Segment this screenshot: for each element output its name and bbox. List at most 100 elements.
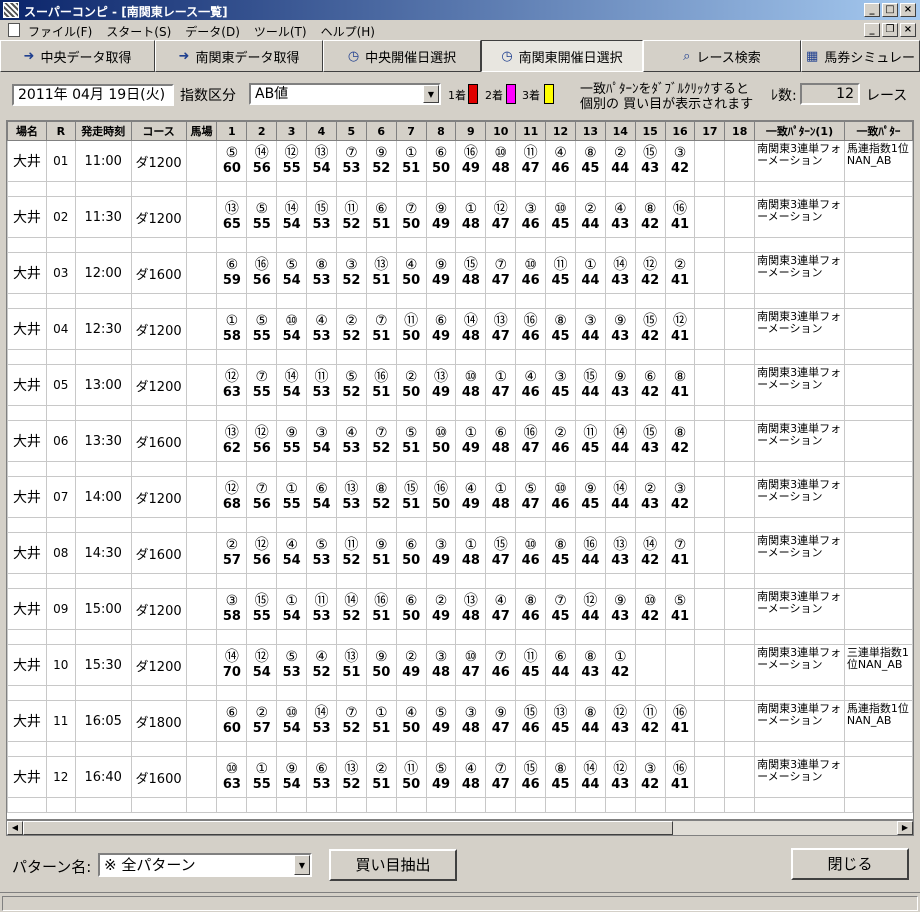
column-header[interactable]: 4 — [306, 121, 337, 141]
pattern1-cell[interactable]: 南関東3連単フォーメーション — [754, 588, 845, 630]
toolbar-button-0[interactable]: ➜ 中央データ取得 — [0, 40, 155, 72]
column-header[interactable]: 8 — [425, 121, 457, 141]
column-header[interactable]: 一致ﾊﾟﾀｰ — [843, 121, 913, 141]
scroll-left-icon[interactable]: ◀ — [7, 821, 23, 835]
pattern2-cell[interactable] — [843, 588, 913, 630]
column-header[interactable]: 5 — [335, 121, 367, 141]
pattern2-cell[interactable]: 馬連指数1位NAN_AB — [843, 140, 913, 182]
menu-item-1[interactable]: スタート(S) — [106, 23, 171, 40]
maximize-button[interactable]: □ — [882, 3, 898, 17]
table-row[interactable]: 大井 07 14:00 ダ1200 ⑫ 68 ⑦ 56 ① 55 ⑥ 54 ⑬ 53 ⑧ 52 ⑮ 51 ⑯ 50 ④ 4… — [7, 476, 913, 518]
table-row[interactable]: 大井 08 14:30 ダ1600 ② 57 ⑫ 56 ④ 54 ⑤ 53 ⑪ 52 ⑨ 51 ⑥ 50 ③ 49 ① 4… — [7, 532, 913, 574]
menu-item-4[interactable]: ヘルプ(H) — [321, 23, 375, 40]
menu-item-0[interactable]: ファイル(F) — [28, 23, 92, 40]
column-header[interactable]: 13 — [574, 121, 606, 141]
index-select[interactable]: AB値 ▼ — [249, 83, 441, 105]
horse-number: ⑩ — [494, 145, 508, 161]
horse-cell: ⑦ 56 — [246, 476, 278, 518]
column-header[interactable]: 一致ﾊﾟﾀｰﾝ(1) — [754, 121, 845, 141]
pattern2-cell[interactable] — [843, 532, 913, 574]
column-header[interactable]: 15 — [634, 121, 666, 141]
column-header[interactable]: 10 — [485, 121, 517, 141]
column-header[interactable]: R — [45, 121, 76, 141]
table-row[interactable]: 大井 10 15:30 ダ1200 ⑭ 70 ⑫ 54 ⑤ 53 ④ 52 ⑬ 51 ⑨ 50 ② 49 ③ 48 ⑩ 4… — [7, 644, 913, 686]
column-header[interactable]: 16 — [664, 121, 696, 141]
column-header[interactable]: 1 — [216, 121, 248, 141]
table-row[interactable]: 大井 05 13:00 ダ1200 ⑫ 63 ⑦ 55 ⑭ 54 ⑪ 53 ⑤ 52 ⑯ 51 ② 50 ⑬ 49 ⑩ 4… — [7, 364, 913, 406]
empty-cell — [485, 517, 517, 533]
pattern2-cell[interactable] — [843, 364, 913, 406]
horse-number: ⑬ — [314, 145, 329, 161]
close-window-button[interactable]: × — [900, 3, 916, 17]
mdi-minimize-button[interactable]: _ — [864, 23, 880, 37]
column-header[interactable]: 9 — [455, 121, 487, 141]
mdi-close-button[interactable]: × — [900, 23, 916, 37]
extract-button[interactable]: 買い目抽出 — [329, 849, 457, 881]
pattern2-cell[interactable] — [843, 476, 913, 518]
chevron-down-icon[interactable]: ▼ — [294, 855, 310, 875]
empty-cell — [545, 181, 576, 197]
scroll-thumb[interactable] — [23, 821, 673, 835]
track-condition-cell — [185, 756, 218, 798]
toolbar-button-2[interactable]: ◷ 中央開催日選択 — [323, 40, 481, 72]
column-header[interactable]: 7 — [395, 121, 427, 141]
column-header[interactable]: 12 — [545, 121, 576, 141]
minimize-button[interactable]: _ — [864, 3, 880, 17]
scroll-right-icon[interactable]: ▶ — [897, 821, 913, 835]
pattern1-cell[interactable]: 南関東3連単フォーメーション — [754, 308, 845, 350]
table-row[interactable]: 大井 09 15:00 ダ1200 ③ 58 ⑮ 55 ① 54 ⑪ 53 ⑭ 52 ⑯ 51 ⑥ 50 ② 49 ⑬ 4… — [7, 588, 913, 630]
table-row[interactable]: 大井 01 11:00 ダ1200 ⑤ 60 ⑭ 56 ⑫ 55 ⑬ 54 ⑦ 53 ⑨ 52 ① 51 ⑥ 50 ⑯ 4… — [7, 140, 913, 182]
pattern1-cell[interactable]: 南関東3連単フォーメーション — [754, 364, 845, 406]
pattern1-cell[interactable]: 南関東3連単フォーメーション — [754, 700, 845, 742]
chevron-down-icon[interactable]: ▼ — [423, 85, 439, 103]
column-header[interactable]: 14 — [604, 121, 636, 141]
column-header[interactable]: 6 — [365, 121, 397, 141]
pattern1-cell[interactable]: 南関東3連単フォーメーション — [754, 420, 845, 462]
pattern2-cell[interactable] — [843, 196, 913, 238]
column-header[interactable]: 場名 — [7, 121, 47, 141]
pattern2-cell[interactable] — [843, 756, 913, 798]
column-header[interactable]: 3 — [276, 121, 308, 141]
pattern2-cell[interactable]: 馬連指数1位NAN_AB — [843, 700, 913, 742]
pattern2-cell[interactable] — [843, 308, 913, 350]
close-button[interactable]: 閉じる — [791, 848, 909, 880]
column-header[interactable]: 馬場 — [185, 121, 218, 141]
pattern1-cell[interactable]: 南関東3連単フォーメーション — [754, 476, 845, 518]
empty-cell — [335, 237, 367, 253]
toolbar-button-1[interactable]: ➜ 南関東データ取得 — [155, 40, 323, 72]
table-row[interactable]: 大井 06 13:30 ダ1600 ⑬ 62 ⑫ 56 ⑨ 55 ③ 54 ④ 53 ⑦ 52 ⑤ 51 ⑩ 50 ① 4… — [7, 420, 913, 462]
pattern1-cell[interactable]: 南関東3連単フォーメーション — [754, 532, 845, 574]
date-field[interactable]: 2011年 04月 19日(火) — [12, 84, 174, 106]
pattern1-cell[interactable]: 南関東3連単フォーメーション — [754, 252, 845, 294]
pattern2-cell[interactable] — [843, 252, 913, 294]
toolbar-button-3[interactable]: ◷ 南関東開催日選択 — [481, 40, 643, 72]
column-header[interactable]: 発走時刻 — [74, 121, 132, 141]
table-row[interactable]: 大井 04 12:30 ダ1200 ① 58 ⑤ 55 ⑩ 54 ④ 53 ② 52 ⑦ 51 ⑪ 50 ⑥ 49 ⑭ 4… — [7, 308, 913, 350]
pattern2-cell[interactable]: 三連単指数1位NAN_AB — [843, 644, 913, 686]
column-header[interactable]: コース — [130, 121, 187, 141]
table-row[interactable]: 大井 02 11:30 ダ1200 ⑬ 65 ⑤ 55 ⑭ 54 ⑮ 53 ⑪ 52 ⑥ 51 ⑦ 50 ⑨ 49 ① 4… — [7, 196, 913, 238]
mdi-restore-button[interactable]: ❐ — [882, 23, 898, 37]
column-header[interactable]: 17 — [694, 121, 726, 141]
pattern-select[interactable]: ※ 全パターン ▼ — [98, 853, 312, 877]
table-row[interactable]: 大井 12 16:40 ダ1600 ⑩ 63 ① 55 ⑨ 54 ⑥ 53 ⑬ 52 ② 51 ⑪ 50 ⑤ 49 ④ 4… — [7, 756, 913, 798]
toolbar-button-4[interactable]: ⌕ レース検索 — [643, 40, 801, 72]
menu-item-2[interactable]: データ(D) — [185, 23, 240, 40]
pattern1-cell[interactable]: 南関東3連単フォーメーション — [754, 196, 845, 238]
race-grid[interactable]: 場名 R 発走時刻 コース 馬場 1 2 3 4 5 6 7 8 9 10 11 12 13 14 15 16 17 18 一… — [6, 120, 914, 820]
empty-cell — [485, 461, 517, 477]
column-header[interactable]: 2 — [246, 121, 278, 141]
column-header[interactable]: 18 — [724, 121, 756, 141]
horizontal-scrollbar[interactable]: ◀ ▶ — [6, 820, 914, 836]
pattern1-cell[interactable]: 南関東3連単フォーメーション — [754, 644, 845, 686]
pattern2-cell[interactable] — [843, 420, 913, 462]
pattern1-cell[interactable]: 南関東3連単フォーメーション — [754, 140, 845, 182]
toolbar-button-5[interactable]: ▦ 馬券シミュレー — [801, 40, 920, 72]
empty-cell — [485, 181, 517, 197]
table-row[interactable]: 大井 11 16:05 ダ1800 ⑥ 60 ② 57 ⑩ 54 ⑭ 53 ⑦ 52 ① 51 ④ 50 ⑤ 49 ③ 4… — [7, 700, 913, 742]
table-row[interactable]: 大井 03 12:00 ダ1600 ⑥ 59 ⑯ 56 ⑤ 54 ⑧ 53 ③ 52 ⑬ 51 ④ 50 ⑨ 49 ⑮ 4… — [7, 252, 913, 294]
menu-item-3[interactable]: ツール(T) — [254, 23, 307, 40]
column-header[interactable]: 11 — [515, 121, 547, 141]
pattern1-cell[interactable]: 南関東3連単フォーメーション — [754, 756, 845, 798]
horse-score: 49 — [431, 609, 451, 624]
